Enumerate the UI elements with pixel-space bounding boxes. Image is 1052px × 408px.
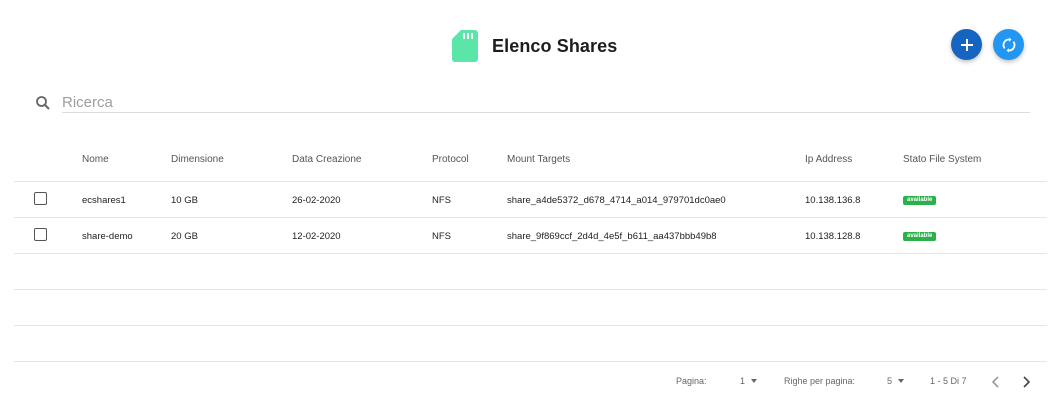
sd-card-icon (452, 30, 478, 62)
cell-name: share-demo (82, 231, 133, 242)
cell-protocol: NFS (432, 195, 451, 206)
caret-down-icon (751, 379, 758, 383)
cell-mount-target: share_9f869ccf_2d4d_4e5f_b611_aa437bbb49… (507, 231, 717, 242)
cell-name: ecshares1 (82, 195, 126, 206)
page-range: 1 - 5 Di 7 (930, 376, 967, 386)
column-header-protocol[interactable]: Protocol (432, 154, 469, 165)
cell-date: 12-02-2020 (292, 231, 341, 242)
status-badge: available (903, 232, 937, 241)
add-share-button[interactable] (951, 29, 982, 60)
refresh-icon (1002, 37, 1015, 52)
column-header-mount-targets[interactable]: Mount Targets (507, 154, 570, 165)
column-header-nome[interactable]: Nome (82, 154, 109, 165)
rows-per-page-select[interactable]: 5 (887, 376, 905, 386)
next-page-button[interactable] (1018, 373, 1034, 391)
cell-size: 20 GB (171, 231, 198, 242)
cell-date: 26-02-2020 (292, 195, 341, 206)
chevron-right-icon (1023, 376, 1031, 388)
column-header-data-creazione[interactable]: Data Creazione (292, 154, 361, 165)
table-header: Nome Dimensione Data Creazione Protocol … (14, 140, 1047, 182)
chevron-left-icon (991, 376, 999, 388)
page-label: Pagina: (676, 376, 707, 386)
table-row[interactable]: share-demo 20 GB 12-02-2020 NFS share_9f… (14, 218, 1047, 254)
column-header-stato-file-system[interactable]: Stato File System (903, 154, 981, 165)
plus-icon (960, 38, 973, 51)
page-select[interactable]: 1 (740, 376, 758, 386)
row-checkbox[interactable] (34, 192, 47, 205)
status-badge: available (903, 196, 937, 205)
rows-per-page-value: 5 (887, 376, 893, 386)
cell-size: 10 GB (171, 195, 198, 206)
empty-row (14, 326, 1047, 362)
cell-ip-address: 10.138.136.8 (805, 195, 861, 206)
caret-down-icon (898, 379, 905, 383)
row-checkbox[interactable] (34, 228, 47, 241)
page-select-value: 1 (740, 376, 746, 386)
page-title: Elenco Shares (492, 35, 618, 56)
column-header-ip-address[interactable]: Ip Address (805, 154, 852, 165)
shares-table: Nome Dimensione Data Creazione Protocol … (14, 140, 1047, 362)
previous-page-button[interactable] (988, 373, 1004, 391)
table-row[interactable]: ecshares1 10 GB 26-02-2020 NFS share_a4d… (14, 182, 1047, 218)
title-group: Elenco Shares (452, 30, 617, 62)
refresh-button[interactable] (993, 29, 1024, 60)
cell-protocol: NFS (432, 231, 451, 242)
rows-per-page-label: Righe per pagina: (784, 376, 856, 386)
search-input[interactable] (62, 92, 1030, 113)
empty-row (14, 290, 1047, 326)
column-header-dimensione[interactable]: Dimensione (171, 154, 224, 165)
cell-mount-target: share_a4de5372_d678_4714_a014_979701dc0a… (507, 195, 726, 206)
search-icon (36, 96, 50, 110)
page-header: Elenco Shares (0, 0, 1052, 90)
empty-row (14, 254, 1047, 290)
search-bar (35, 92, 1030, 114)
cell-ip-address: 10.138.128.8 (805, 231, 861, 242)
